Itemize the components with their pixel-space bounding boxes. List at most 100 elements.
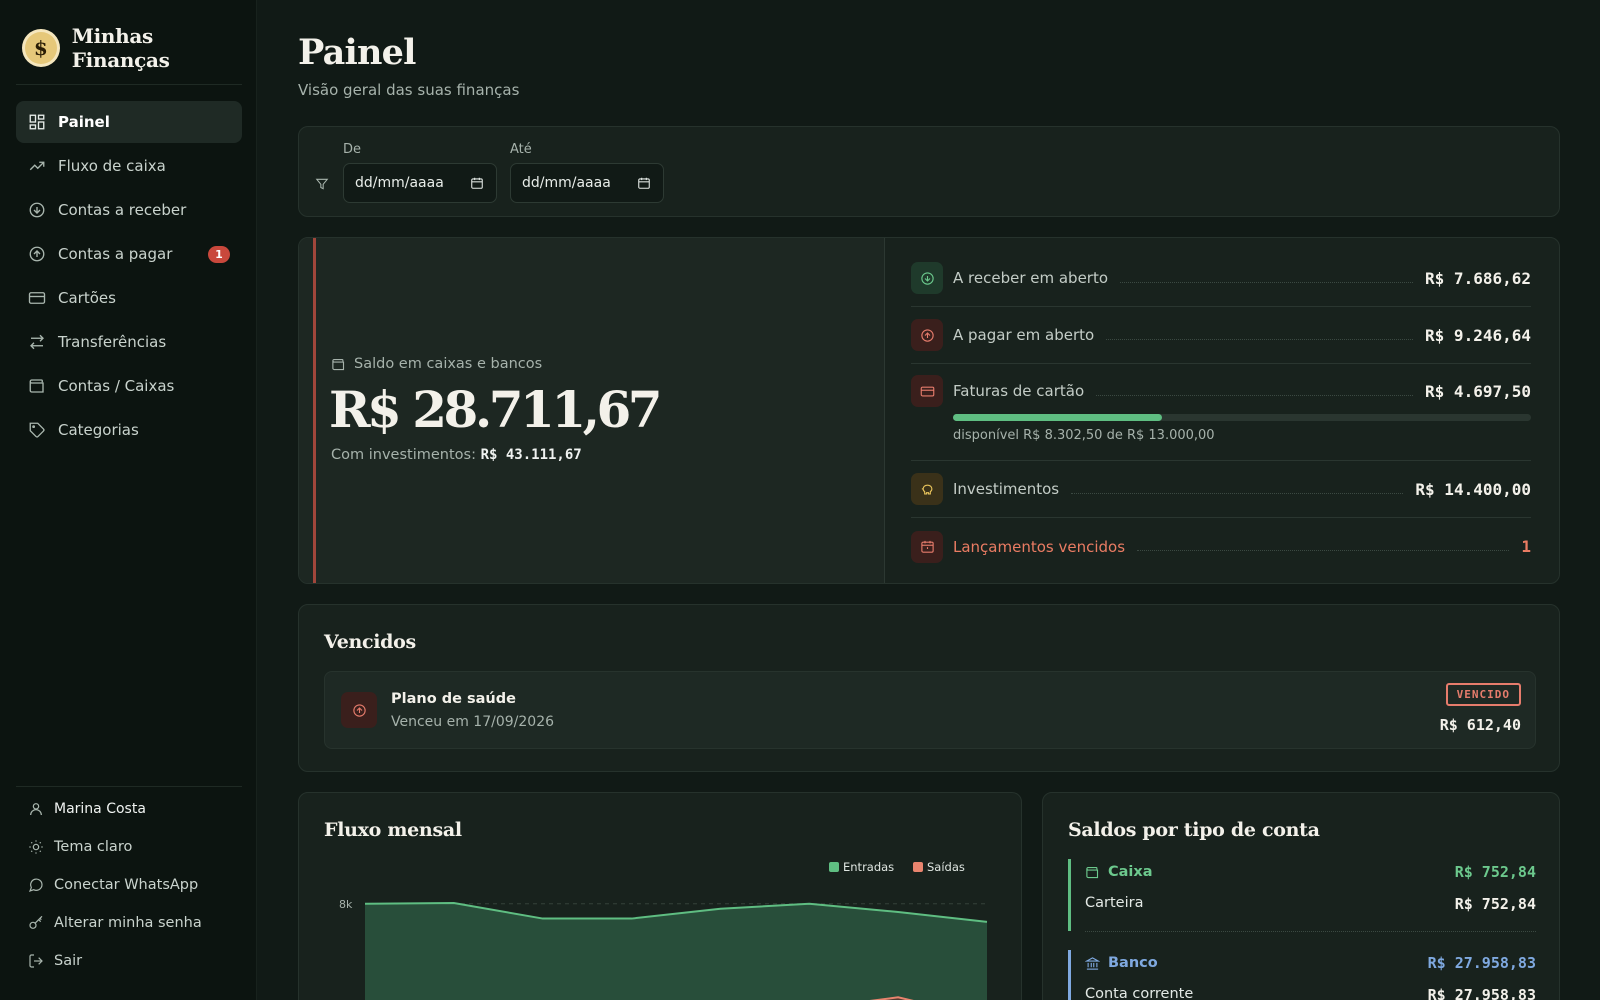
overdue-item[interactable]: Plano de saúde Venceu em 17/09/2026 VENC… [324, 671, 1536, 749]
wallet-icon [332, 358, 345, 370]
nav-item-contas-a-receber[interactable]: Contas a receber [16, 189, 242, 231]
balance-with-investments: Com investimentos: R$ 43.111,67 [331, 447, 582, 463]
main-nav: Painel Fluxo de caixa Contas a receber C… [16, 101, 242, 453]
data-point[interactable] [451, 900, 457, 906]
data-point[interactable] [717, 906, 723, 912]
nav-item-label: Contas a pagar [58, 245, 173, 263]
account-balance: R$ 752,84 [1454, 895, 1536, 913]
receivable-row[interactable]: A receber em aberto R$ 7.686,62 [911, 250, 1531, 307]
data-point[interactable] [806, 901, 812, 907]
nav-item-painel[interactable]: Painel [16, 101, 242, 143]
user-name: Marina Costa [54, 801, 146, 817]
arrow-up-circle-icon [352, 703, 366, 717]
brand[interactable]: $ Minhas Finanças [22, 24, 256, 72]
account-group-header: Caixa R$ 752,84 [1085, 863, 1536, 881]
overdue-entries-row[interactable]: Lançamentos vencidos 1 [911, 518, 1531, 575]
overdue-count-badge: 1 [208, 246, 230, 263]
legend-entradas[interactable]: Entradas [829, 860, 894, 874]
arrow-up-circle-icon [29, 246, 45, 262]
card-invoices-head: Faturas de cartão R$ 4.697,50 [911, 375, 1531, 407]
legend-label: Entradas [843, 860, 895, 874]
data-point[interactable] [362, 901, 368, 907]
data-point[interactable] [895, 994, 901, 1000]
arrow-down-circle-icon [29, 202, 45, 218]
legend-swatch [913, 862, 923, 872]
total-balance-value: R$ 28.711,67 [329, 380, 663, 439]
key-icon [29, 915, 43, 929]
credit-card-icon [920, 386, 934, 396]
chat-bubble-icon [28, 878, 43, 892]
card-invoices-value: R$ 4.697,50 [1425, 381, 1531, 401]
overdue-item-name: Plano de saúde [391, 691, 516, 707]
nav-item-label: Contas / Caixas [58, 377, 175, 395]
tag-icon [29, 422, 45, 438]
card-invoices-label: Faturas de cartão [953, 382, 1085, 400]
card-invoices-row[interactable]: Faturas de cartão R$ 4.697,50 disponível… [911, 364, 1531, 461]
nav-item-cartoes[interactable]: Cartões [16, 277, 242, 319]
dotted-leader [1106, 338, 1414, 340]
nav-item-transferencias[interactable]: Transferências [16, 321, 242, 363]
monthly-flow-card: Fluxo mensal 8k Entradas Saídas [298, 792, 1022, 1000]
sidebar-divider [16, 84, 242, 85]
change-password-button[interactable]: Alterar minha senha [16, 904, 242, 942]
logout-label: Sair [54, 953, 83, 969]
balances-by-type-title: Saldos por tipo de conta [1068, 819, 1320, 841]
wallet-icon [1086, 866, 1099, 878]
balances-by-type-card: Saldos por tipo de conta Caixa R$ 752,84… [1042, 792, 1560, 1000]
investments-row[interactable]: Investimentos R$ 14.400,00 [911, 461, 1531, 518]
account-group-banco[interactable]: Banco R$ 27.958,83 Conta corrente R$ 27.… [1068, 950, 1536, 1000]
nav-item-label: Transferências [58, 333, 167, 351]
nav-item-contas-a-pagar[interactable]: Contas a pagar 1 [16, 233, 242, 275]
overdue-entries-count: 1 [1521, 537, 1531, 556]
calendar-icon[interactable] [637, 176, 651, 190]
piggy-bank-icon [921, 484, 932, 494]
legend-label: Saídas [927, 860, 965, 874]
account-row[interactable]: Carteira R$ 752,84 [1085, 895, 1536, 913]
user-profile[interactable]: Marina Costa [16, 790, 242, 828]
dashboard-icon [29, 114, 45, 130]
theme-toggle[interactable]: Tema claro [16, 828, 242, 866]
account-group-caixa[interactable]: Caixa R$ 752,84 Carteira R$ 752,84 [1068, 859, 1536, 932]
nav-item-fluxo-de-caixa[interactable]: Fluxo de caixa [16, 145, 242, 187]
data-point[interactable] [984, 919, 990, 925]
investments-label: Com investimentos: [331, 447, 476, 463]
payable-icon-box [911, 319, 943, 351]
arrows-exchange-icon [30, 334, 44, 350]
calendar-icon[interactable] [470, 176, 484, 190]
logout-button[interactable]: Sair [16, 942, 242, 980]
to-date-input[interactable]: dd/mm/aaaa [510, 163, 664, 203]
overdue-entries-label: Lançamentos vencidos [953, 537, 1126, 556]
change-password-label: Alterar minha senha [54, 915, 202, 931]
account-row[interactable]: Conta corrente R$ 27.958,83 [1085, 986, 1536, 1000]
investments-total-value: R$ 43.111,67 [480, 447, 582, 463]
overdue-icon-box [911, 530, 943, 563]
page-subtitle: Visão geral das suas finanças [298, 81, 520, 99]
total-balance-panel: Saldo em caixas e bancos R$ 28.711,67 Co… [299, 238, 885, 583]
summary-list: A receber em aberto R$ 7.686,62 A pagar … [911, 250, 1531, 575]
balance-label: Saldo em caixas e bancos [331, 356, 542, 372]
legend-saidas[interactable]: Saídas [913, 860, 965, 874]
data-point[interactable] [895, 909, 901, 915]
wallet-icon [29, 379, 44, 393]
payable-value: R$ 9.246,64 [1425, 325, 1531, 345]
to-date-label: Até [510, 142, 532, 157]
page-title: Painel [298, 32, 416, 73]
payable-row[interactable]: A pagar em aberto R$ 9.246,64 [911, 307, 1531, 364]
brand-name: Minhas Finanças [71, 24, 170, 72]
investments-row-label: Investimentos [953, 480, 1060, 498]
dotted-leader [1120, 281, 1414, 283]
card-invoices-icon-box [911, 375, 943, 407]
y-tick-label: 8k [339, 898, 353, 911]
overdue-item-value: R$ 612,40 [1439, 716, 1521, 734]
balance-label-text: Saldo em caixas e bancos [354, 356, 543, 372]
balance-summary-card: Saldo em caixas e bancos R$ 28.711,67 Co… [298, 237, 1560, 584]
data-point[interactable] [629, 916, 635, 922]
nav-item-contas-caixas[interactable]: Contas / Caixas [16, 365, 242, 407]
nav-item-label: Cartões [58, 289, 116, 307]
connect-whatsapp-button[interactable]: Conectar WhatsApp [16, 866, 242, 904]
account-name: Carteira [1085, 895, 1144, 911]
data-point[interactable] [540, 916, 546, 922]
nav-item-categorias[interactable]: Categorias [16, 409, 242, 451]
from-date-input[interactable]: dd/mm/aaaa [343, 163, 497, 203]
bank-icon [1085, 956, 1100, 970]
